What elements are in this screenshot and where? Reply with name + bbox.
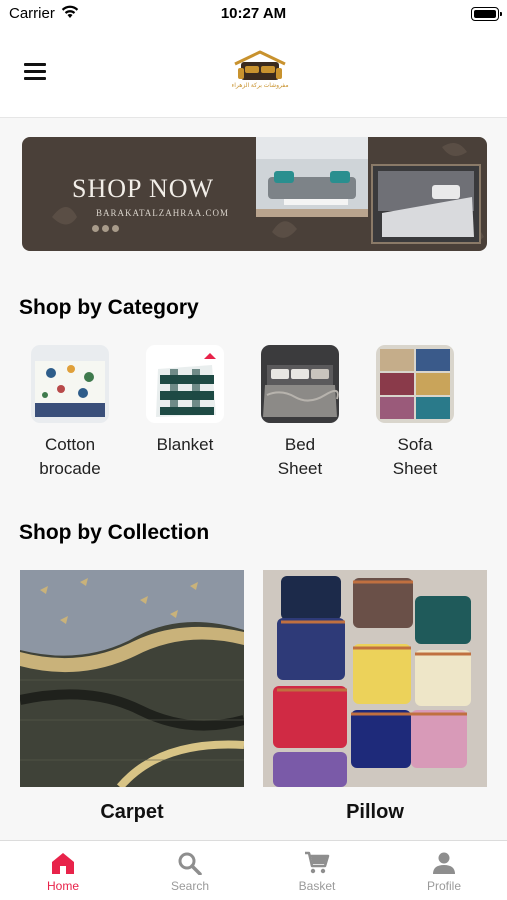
tab-profile[interactable]: Profile — [381, 841, 507, 900]
banner-subtitle: BARAKATALZAHRAA.COM — [96, 208, 230, 218]
tab-basket[interactable]: Basket — [254, 841, 380, 900]
carpet-image — [20, 570, 244, 787]
category-cotton-brocade[interactable]: Cotton brocade — [20, 345, 120, 481]
category-label: Bed Sheet — [277, 435, 323, 478]
category-label: Blanket — [156, 435, 214, 454]
collection-carpet[interactable]: Carpet — [20, 570, 244, 824]
category-label: Sofa Sheet — [392, 435, 438, 478]
tab-label: Basket — [298, 879, 336, 893]
battery-icon — [471, 7, 502, 21]
status-bar: Carrier 10:27 AM — [0, 0, 507, 30]
search-icon — [178, 852, 202, 875]
cart-icon — [305, 851, 330, 874]
promo-banner[interactable]: SHOP NOW BARAKATALZAHRAA.COM — [22, 137, 487, 251]
collection-section-title: Shop by Collection — [19, 521, 210, 544]
banner-title: SHOP NOW — [72, 174, 215, 203]
category-blanket[interactable]: Blanket — [135, 345, 235, 457]
tab-home[interactable]: Home — [0, 841, 126, 900]
pillow-image — [263, 570, 487, 787]
collection-pillow[interactable]: Pillow — [263, 570, 487, 824]
app-header: مفروشات بركة الزهراء — [0, 30, 507, 118]
collection-label: Pillow — [346, 801, 404, 823]
logo-text: مفروشات بركة الزهراء — [231, 83, 289, 89]
blanket-image — [146, 345, 224, 423]
banner-pagination — [92, 219, 122, 237]
person-icon — [433, 852, 455, 874]
clock: 10:27 AM — [220, 5, 287, 22]
menu-button[interactable] — [24, 63, 46, 81]
collection-label: Carpet — [100, 801, 164, 823]
category-sofa-sheet[interactable]: Sofa Sheet — [365, 345, 465, 481]
home-icon — [52, 853, 74, 874]
tab-label: Search — [170, 879, 210, 893]
category-bed-sheet[interactable]: Bed Sheet — [250, 345, 350, 481]
cotton-brocade-image — [31, 345, 109, 423]
category-section-title: Shop by Category — [19, 296, 199, 319]
category-label: Cotton brocade — [39, 435, 101, 478]
sofa-logo-icon — [234, 50, 286, 80]
tab-label: Home — [46, 879, 79, 893]
brand-logo: مفروشات بركة الزهراء — [221, 50, 299, 96]
bottom-tab-bar: Home Search Basket Profile — [0, 840, 507, 900]
tab-label: Profile — [426, 879, 461, 893]
tab-search[interactable]: Search — [127, 841, 253, 900]
bed-sheet-image — [261, 345, 339, 423]
sofa-sheet-image — [376, 345, 454, 423]
